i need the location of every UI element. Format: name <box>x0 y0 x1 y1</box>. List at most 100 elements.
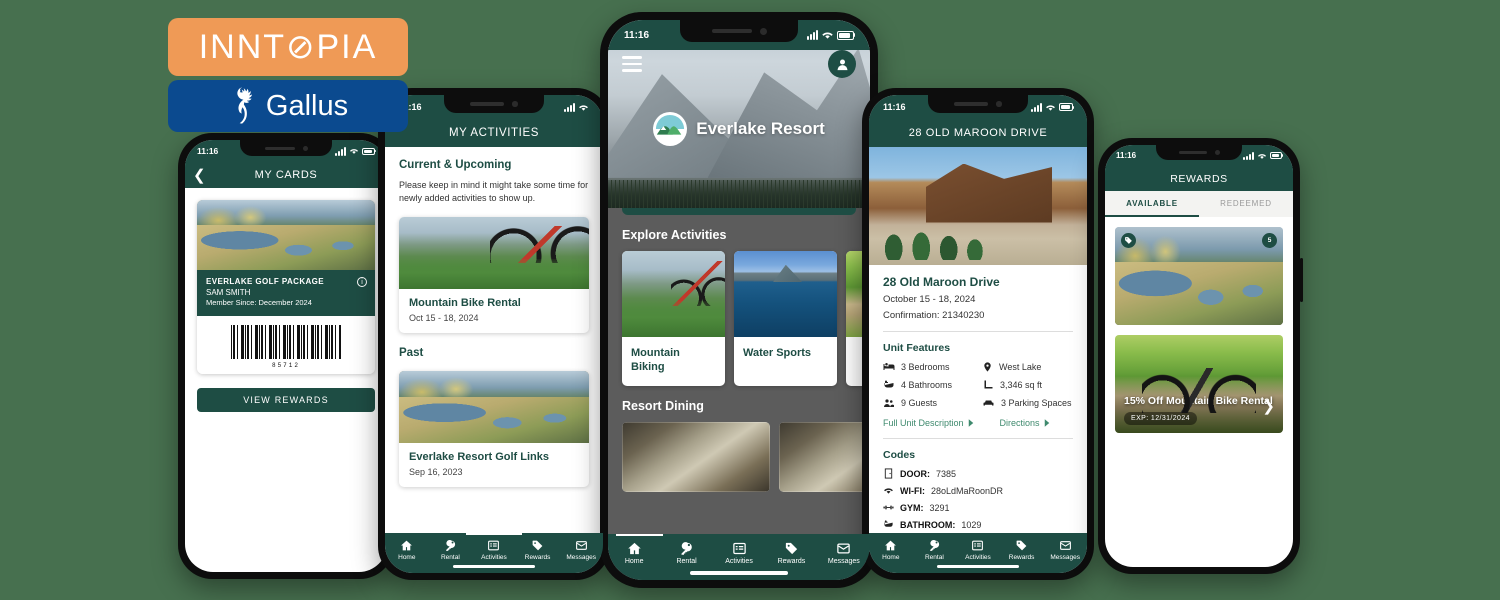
dining-carousel[interactable] <box>608 413 870 492</box>
reward-card[interactable]: 5 Everlake Golf Package EXP: 12/31/2024 … <box>1115 227 1283 325</box>
section-explore-activities: Explore Activities <box>622 228 727 242</box>
tab-messages[interactable]: Messages <box>1043 539 1087 561</box>
user-avatar-icon[interactable] <box>828 50 856 78</box>
tab-rewards[interactable]: Rewards <box>516 539 560 561</box>
card-name: EVERLAKE GOLF PACKAGE <box>206 277 325 286</box>
key-icon <box>446 539 455 551</box>
cellular-signal-icon <box>335 146 346 156</box>
resort-branding: Everlake Resort <box>608 112 870 146</box>
appbar-rewards: REWARDS <box>1105 166 1293 191</box>
screen-my-activities: 11:16 MY ACTIVITIES Current & Upcoming P… <box>385 95 603 573</box>
code-value: 3291 <box>929 502 950 513</box>
wifi-icon <box>1258 153 1266 159</box>
golf-course-photo <box>197 200 375 270</box>
info-icon[interactable]: i <box>357 277 367 287</box>
phone-notch <box>680 20 798 42</box>
tab-redeemed[interactable]: REDEEMED <box>1199 191 1293 217</box>
appbar-my-activities: MY ACTIVITIES <box>385 119 603 147</box>
tab-activities[interactable]: Activities <box>956 539 1000 561</box>
full-unit-description-link[interactable]: Full Unit Description <box>883 418 974 428</box>
card-info: EVERLAKE GOLF PACKAGE SAM SMITH Member S… <box>197 270 375 316</box>
bathroom-icon <box>884 520 893 527</box>
barcode-area: 85712 <box>197 316 375 374</box>
tab-rental[interactable]: Rental <box>913 539 957 561</box>
tab-label: Activities <box>965 554 991 561</box>
tab-label: Home <box>882 554 900 561</box>
status-icons <box>807 30 855 40</box>
resort-name: Everlake Resort <box>696 119 825 138</box>
status-icons <box>564 102 589 112</box>
section-past: Past <box>399 347 424 360</box>
tab-messages[interactable]: Messages <box>818 541 870 565</box>
reward-name: 15% Off Mountain Bike Rental <box>1124 395 1273 407</box>
phone-notch <box>240 140 332 156</box>
tab-available[interactable]: AVAILABLE <box>1105 191 1199 217</box>
tab-label: Rewards <box>1008 554 1035 561</box>
tag-icon <box>532 540 543 551</box>
screenshot-stage: 11:16 ❮ MY CARDS EVERLAKE GOLF PACKAGE S… <box>0 0 1500 600</box>
side-button <box>1300 258 1303 302</box>
tab-rental[interactable]: Rental <box>429 539 473 561</box>
page-title: 28 OLD MAROON DRIVE <box>908 127 1048 139</box>
activities-carousel[interactable]: Mountain Biking Water Sports <box>608 242 870 386</box>
codes-heading: Codes <box>883 449 916 461</box>
tab-activities[interactable]: Activities <box>713 541 765 565</box>
directions-link[interactable]: Directions <box>1000 418 1050 428</box>
phone-unit-detail: 11:16 28 OLD MAROON DRIVE 28 Old Maroon … <box>862 88 1094 580</box>
home-indicator <box>937 565 1019 568</box>
tab-home[interactable]: Home <box>385 539 429 561</box>
chevron-right-small-icon <box>968 419 973 427</box>
activity-card[interactable]: Everlake Resort Golf Links Sep 16, 2023 <box>399 371 589 488</box>
home-indicator <box>248 564 324 567</box>
rewards-tabs: AVAILABLE REDEEMED <box>1105 191 1293 217</box>
reward-card[interactable]: 15% Off Mountain Bike Rental EXP: 12/31/… <box>1115 335 1283 433</box>
code-row: WI-FI: 28oLdMaRoonDR <box>883 485 1073 496</box>
status-icons <box>335 146 376 156</box>
tab-label: Rewards <box>777 558 806 565</box>
membership-card[interactable]: EVERLAKE GOLF PACKAGE SAM SMITH Member S… <box>197 200 375 374</box>
wifi-icon <box>822 32 833 39</box>
gym-icon <box>883 505 894 510</box>
activity-date: Sep 16, 2023 <box>409 467 463 478</box>
barcode-icon <box>231 325 341 359</box>
key-icon <box>681 542 692 555</box>
mountain-house-photo <box>869 147 1087 265</box>
tab-messages[interactable]: Messages <box>559 539 603 561</box>
feature-label: 4 Bathrooms <box>901 380 953 390</box>
tab-rewards[interactable]: Rewards <box>765 541 817 565</box>
tab-home[interactable]: Home <box>608 541 660 565</box>
activity-tile[interactable]: Water Sports <box>734 251 837 386</box>
tab-label: Home <box>624 558 644 565</box>
tab-rewards[interactable]: Rewards <box>1000 539 1044 561</box>
status-time: 11:16 <box>197 146 219 156</box>
home-indicator <box>690 571 788 575</box>
tab-activities[interactable]: Activities <box>472 539 516 561</box>
reward-expiry: EXP: 12/31/2024 <box>1124 412 1197 425</box>
feature-label: 3 Bedrooms <box>901 362 950 372</box>
hamburger-menu-icon[interactable] <box>622 56 642 72</box>
page-title: REWARDS <box>1170 172 1228 185</box>
feature-item: 4 Bathrooms <box>883 379 974 391</box>
home-indicator <box>453 565 535 568</box>
tab-rental[interactable]: Rental <box>660 541 712 565</box>
unit-links: Full Unit Description Directions <box>883 418 1073 428</box>
list-icon <box>972 540 984 551</box>
cellular-signal-icon <box>807 30 818 40</box>
feature-label: 3,346 sq ft <box>1000 380 1043 390</box>
promo-banner[interactable]: Fall Farmer's Market Oct 17, 2025 from 9… <box>622 208 856 215</box>
back-button[interactable]: ❮ <box>193 166 206 184</box>
home-icon <box>627 542 641 555</box>
view-rewards-button[interactable]: VIEW REWARDS <box>197 388 375 412</box>
phone-home: Everlake Resort 11:16 Fall Farmer's Mark… <box>600 12 878 588</box>
dining-tile[interactable] <box>622 421 770 492</box>
code-label: BATHROOM: <box>900 519 956 530</box>
activity-card[interactable]: Mountain Bike Rental Oct 15 - 18, 2024 <box>399 217 589 334</box>
activity-tile[interactable]: Mountain Biking <box>622 251 725 386</box>
feature-item: 3 Parking Spaces <box>982 397 1073 409</box>
tab-home[interactable]: Home <box>869 539 913 561</box>
tab-label: Messages <box>827 558 860 565</box>
code-row: DOOR: 7385 <box>883 468 1073 479</box>
dining-tile[interactable] <box>779 421 870 492</box>
activity-title: Everlake Resort Golf Links <box>409 451 549 464</box>
mountain-bike-photo <box>622 251 725 337</box>
